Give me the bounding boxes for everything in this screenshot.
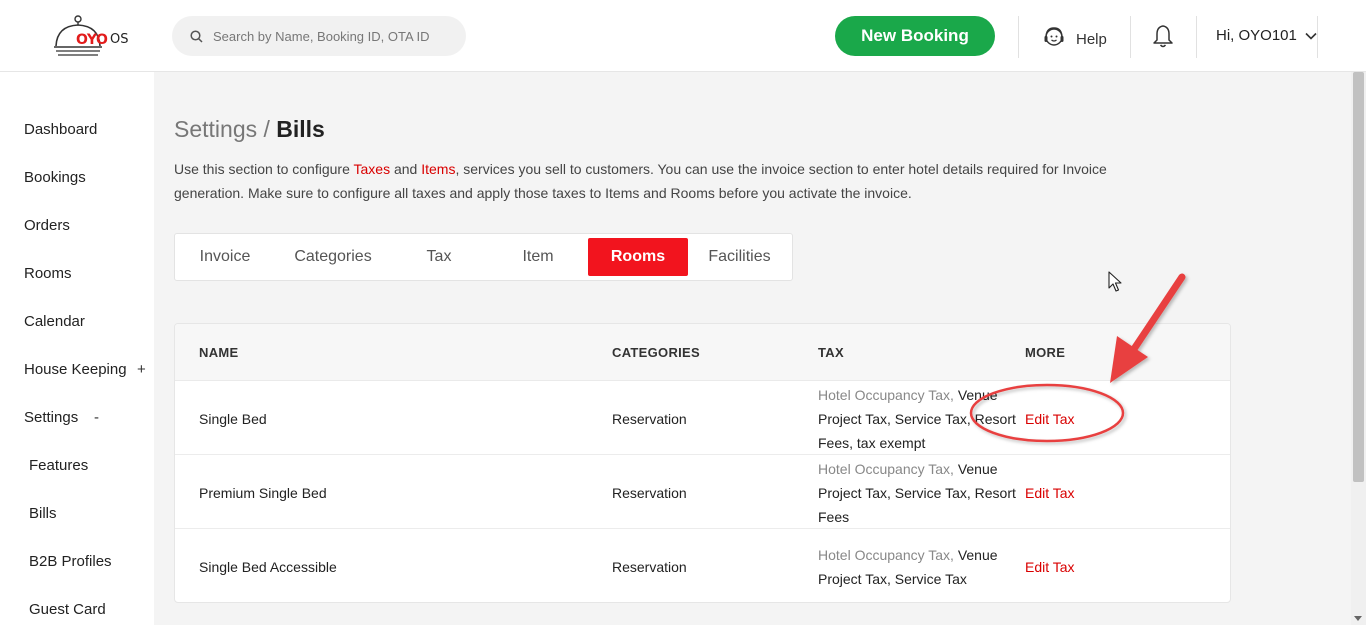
- tax-inactive: Hotel Occupancy Tax,: [818, 547, 958, 563]
- mouse-cursor-icon: [1108, 271, 1122, 292]
- sidebar-item-bookings[interactable]: Bookings: [24, 169, 86, 186]
- tax-inactive: Hotel Occupancy Tax,: [818, 461, 958, 477]
- new-booking-button[interactable]: New Booking: [835, 16, 995, 56]
- tax-inactive: Hotel Occupancy Tax,: [818, 387, 958, 403]
- sidebar-item-orders[interactable]: Orders: [24, 217, 70, 234]
- room-taxes: Hotel Occupancy Tax, Venue Project Tax, …: [818, 383, 1028, 455]
- search-icon: [190, 29, 203, 43]
- edit-tax-link[interactable]: Edit Tax: [1025, 485, 1075, 501]
- room-category: Reservation: [612, 411, 687, 427]
- description-text: Use this section to configure: [174, 161, 354, 177]
- table-row: Premium Single Bed Reservation Hotel Occ…: [175, 455, 1230, 529]
- breadcrumb-separator: /: [257, 116, 277, 142]
- column-header-tax: TAX: [818, 345, 844, 360]
- logo-brand: OYO: [76, 32, 108, 48]
- description-text: and: [390, 161, 422, 177]
- page-title: Settings / Bills: [174, 116, 325, 143]
- user-greeting: Hi, OYO101: [1216, 27, 1297, 44]
- header-divider: [1130, 16, 1131, 58]
- sidebar-item-b2b-profiles[interactable]: B2B Profiles: [29, 553, 112, 570]
- sidebar-item-dashboard[interactable]: Dashboard: [24, 121, 97, 138]
- search-input[interactable]: [213, 28, 443, 44]
- column-header-more: MORE: [1025, 345, 1066, 360]
- page-scrollbar[interactable]: [1351, 72, 1366, 625]
- sidebar: Dashboard Bookings Orders Rooms Calendar…: [0, 72, 154, 625]
- tab-invoice[interactable]: Invoice: [185, 238, 265, 276]
- sidebar-item-features[interactable]: Features: [29, 457, 88, 474]
- sidebar-item-settings[interactable]: Settings: [24, 409, 78, 426]
- sidebar-item-bills[interactable]: Bills: [29, 505, 57, 522]
- top-header: OYO OS New Booking Help Hi, OYO10: [0, 0, 1366, 72]
- table-header: NAME CATEGORIES TAX MORE: [175, 324, 1230, 381]
- header-divider: [1196, 16, 1197, 58]
- user-menu[interactable]: Hi, OYO101: [1216, 27, 1317, 44]
- help-button[interactable]: Help: [1042, 25, 1107, 49]
- scrollbar-thumb[interactable]: [1353, 72, 1364, 482]
- edit-tax-link[interactable]: Edit Tax: [1025, 559, 1075, 575]
- room-name: Premium Single Bed: [199, 485, 327, 501]
- chevron-down-icon: [1305, 32, 1317, 40]
- header-divider: [1018, 16, 1019, 58]
- sidebar-item-calendar[interactable]: Calendar: [24, 313, 85, 330]
- edit-tax-link[interactable]: Edit Tax: [1025, 411, 1075, 427]
- sidebar-item-guest-card[interactable]: Guest Card: [29, 601, 106, 618]
- taxes-link[interactable]: Taxes: [354, 161, 391, 177]
- header-divider: [1317, 16, 1318, 58]
- room-name: Single Bed Accessible: [199, 559, 337, 575]
- rooms-tax-table: NAME CATEGORIES TAX MORE Single Bed Rese…: [174, 323, 1231, 603]
- room-category: Reservation: [612, 559, 687, 575]
- expand-toggle-icon[interactable]: +: [137, 361, 146, 378]
- search-bar[interactable]: [172, 16, 466, 56]
- column-header-categories: CATEGORIES: [612, 345, 700, 360]
- table-row: Single Bed Reservation Hotel Occupancy T…: [175, 381, 1230, 455]
- room-taxes: Hotel Occupancy Tax, Venue Project Tax, …: [818, 457, 1028, 529]
- sidebar-item-rooms[interactable]: Rooms: [24, 265, 72, 282]
- breadcrumb-current: Bills: [276, 116, 325, 142]
- tab-tax[interactable]: Tax: [399, 238, 479, 276]
- page-description: Use this section to configure Taxes and …: [174, 157, 1174, 205]
- bell-icon: [1153, 25, 1173, 48]
- notifications-button[interactable]: [1152, 24, 1174, 52]
- items-link[interactable]: Items: [421, 161, 455, 177]
- logo-suffix: OS: [110, 32, 129, 47]
- room-taxes: Hotel Occupancy Tax, Venue Project Tax, …: [818, 543, 1028, 591]
- column-header-name: NAME: [199, 345, 239, 360]
- room-name: Single Bed: [199, 411, 267, 427]
- tab-facilities[interactable]: Facilities: [697, 238, 782, 276]
- bills-tabs: Invoice Categories Tax Item Rooms Facili…: [174, 233, 793, 281]
- tab-categories[interactable]: Categories: [283, 238, 383, 276]
- oyo-os-logo[interactable]: OYO OS: [52, 14, 132, 60]
- collapse-toggle-icon[interactable]: -: [94, 409, 99, 426]
- scroll-down-arrow-icon[interactable]: [1354, 616, 1362, 621]
- table-row: Single Bed Accessible Reservation Hotel …: [175, 529, 1230, 602]
- tab-item[interactable]: Item: [498, 238, 578, 276]
- breadcrumb-parent[interactable]: Settings: [174, 116, 257, 142]
- help-label: Help: [1076, 30, 1107, 48]
- tab-rooms[interactable]: Rooms: [588, 238, 688, 276]
- support-agent-icon: [1044, 27, 1064, 46]
- room-category: Reservation: [612, 485, 687, 501]
- sidebar-item-house-keeping[interactable]: House Keeping: [24, 361, 127, 378]
